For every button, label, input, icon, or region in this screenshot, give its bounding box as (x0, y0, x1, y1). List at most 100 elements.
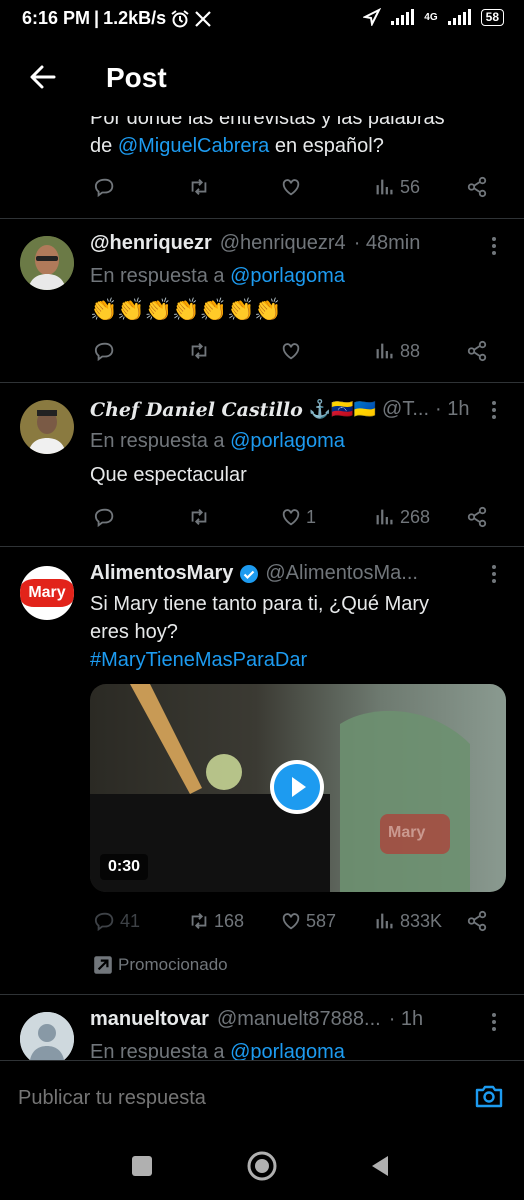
hashtag-link[interactable]: #MaryTieneMasParaDar (90, 646, 510, 674)
timestamp: · 48min (353, 232, 421, 254)
status-separator: | (94, 8, 100, 28)
views-count: 833K (400, 910, 443, 931)
display-name[interactable]: @henriquezr (90, 232, 212, 255)
mary-logo-text: Mary (28, 584, 66, 601)
avatar[interactable]: Mary (20, 566, 74, 620)
back-arrow-icon[interactable] (28, 62, 58, 92)
retweet-icon (191, 509, 207, 525)
alarm-icon (171, 9, 189, 27)
display-name[interactable]: AlimentosMary (90, 562, 233, 585)
signal-icon (391, 9, 415, 25)
share-button[interactable] (466, 340, 488, 362)
top-post-line2: de @MiguelCabrera en español? (90, 132, 384, 160)
heart-icon (282, 343, 300, 360)
avatar[interactable] (20, 400, 74, 454)
views-icon (376, 913, 393, 929)
likes-count: 1 (306, 506, 317, 527)
divider (0, 218, 524, 219)
promoted-label[interactable]: Promocionado (92, 954, 228, 976)
handle[interactable]: @T... (382, 398, 429, 421)
package-label: Mary (388, 824, 426, 841)
more-options-icon[interactable] (484, 234, 504, 258)
share-icon (467, 506, 487, 528)
tweet-text: Si Mary tiene tanto para ti, ¿Qué Mary e… (90, 590, 510, 674)
like-button[interactable]: 1 (280, 506, 316, 528)
battery-indicator: 58 (480, 8, 504, 26)
mention-link[interactable]: @MiguelCabrera (118, 135, 269, 157)
avatar-photo (20, 236, 74, 290)
back-nav-button[interactable] (368, 1154, 392, 1178)
recent-apps-button[interactable] (132, 1156, 152, 1176)
tweet-text: Que espectacular (90, 464, 247, 486)
avatar[interactable] (20, 236, 74, 290)
handle[interactable]: @henriquezr4 (220, 232, 346, 255)
reply-icon (94, 342, 114, 362)
default-avatar-icon (20, 1012, 74, 1066)
display-name[interactable]: manueltovar (90, 1008, 209, 1031)
likes-count: 587 (306, 910, 337, 931)
reply-context: En respuesta a @porlagoma (90, 427, 345, 455)
like-button[interactable] (280, 340, 302, 362)
divider (0, 546, 524, 547)
camera-icon[interactable] (474, 1081, 504, 1111)
views-button[interactable]: 268 (374, 506, 430, 528)
video-duration: 0:30 (100, 854, 149, 880)
timestamp: · 1h (388, 1008, 424, 1030)
page-title: Post (106, 62, 167, 93)
views-count: 268 (400, 506, 431, 527)
reply-icon (94, 178, 114, 198)
signal-icon-2 (447, 9, 471, 25)
like-button[interactable] (280, 176, 302, 198)
divider (0, 382, 524, 383)
reply-button[interactable] (94, 340, 116, 362)
share-icon (467, 176, 487, 198)
name-emoji: ⚓🇻🇪🇺🇦 (308, 399, 377, 419)
handle[interactable]: @AlimentosMa... (265, 562, 418, 585)
views-button[interactable]: 56 (374, 176, 420, 198)
tweet-text-line2: eres hoy? (90, 621, 178, 643)
retweet-button[interactable] (188, 506, 210, 528)
promoted-text: Promocionado (118, 955, 228, 974)
home-button[interactable] (246, 1150, 278, 1182)
reply-context: En respuesta a @porlagoma (90, 262, 345, 290)
reply-button[interactable] (94, 506, 116, 528)
views-icon (376, 509, 393, 525)
status-left: 6:16 PM | 1.2kB/s (22, 8, 212, 29)
tweet-text-line1: Si Mary tiene tanto para ti, ¿Qué Mary (90, 593, 430, 615)
top-post-line2-suffix: en español? (269, 135, 384, 157)
status-right: 4G 58 (363, 8, 504, 26)
reply-button[interactable]: 41 (94, 910, 140, 932)
play-button[interactable] (270, 760, 324, 814)
retweet-icon (191, 913, 207, 929)
reply-icon (94, 508, 114, 528)
handle[interactable]: @manuelt87888... (217, 1008, 381, 1031)
reply-prefix: En respuesta a (90, 265, 231, 287)
header: Post (0, 50, 524, 110)
retweet-button[interactable]: 168 (188, 910, 244, 932)
retweet-button[interactable] (188, 176, 210, 198)
views-button[interactable]: 833K (374, 910, 442, 932)
tweet-header: @henriquezr @henriquezr4 · 48min (90, 232, 490, 255)
share-button[interactable] (466, 910, 488, 932)
status-speed: 1.2kB/s (103, 8, 167, 28)
share-button[interactable] (466, 176, 488, 198)
location-icon (363, 8, 382, 26)
views-count: 88 (400, 340, 421, 361)
reply-to-link[interactable]: @porlagoma (230, 430, 345, 452)
avatar[interactable] (20, 1012, 74, 1066)
views-button[interactable]: 88 (374, 340, 420, 362)
display-name[interactable]: Chef Daniel Castillo (90, 399, 303, 421)
more-options-icon[interactable] (484, 1010, 504, 1034)
more-options-icon[interactable] (484, 398, 504, 422)
more-options-icon[interactable] (484, 562, 504, 586)
reply-input[interactable] (16, 1079, 440, 1117)
reply-button[interactable] (94, 176, 116, 198)
reply-to-link[interactable]: @porlagoma (230, 265, 345, 287)
like-button[interactable]: 587 (280, 910, 336, 932)
timestamp: · 1h (435, 398, 470, 420)
system-nav-bar (0, 1132, 524, 1200)
tweet-text: 👏👏👏👏👏👏👏 (90, 297, 282, 322)
share-button[interactable] (466, 506, 488, 528)
retweet-button[interactable] (188, 340, 210, 362)
video-player[interactable]: 0:30 Mary (90, 684, 506, 892)
